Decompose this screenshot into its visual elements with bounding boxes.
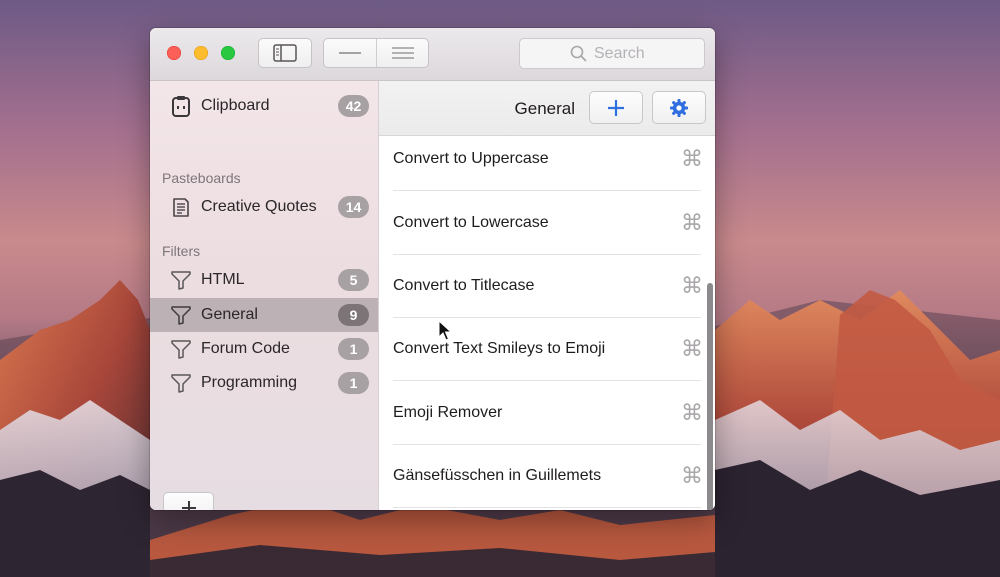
- main-pane: General Convert to Uppercase ⌘ Convert t…: [379, 81, 715, 510]
- gear-icon: [670, 98, 688, 117]
- sidebar-item-html[interactable]: HTML 5: [150, 263, 378, 297]
- action-label: Gänsefüsschen in Guillemets: [393, 467, 602, 484]
- sidebar-item-clipboard[interactable]: Clipboard 42: [150, 89, 378, 123]
- funnel-icon: [170, 304, 192, 326]
- list-item[interactable]: Gänsefüsschen in Guillemets ⌘: [393, 445, 703, 508]
- search-input[interactable]: [594, 44, 654, 63]
- action-label: Convert to Uppercase: [393, 150, 549, 167]
- funnel-icon: [170, 269, 192, 291]
- action-label: Convert Text Smileys to Emoji: [393, 340, 606, 357]
- action-list: Convert to Uppercase ⌘ Convert to Lowerc…: [379, 136, 715, 510]
- command-key-icon[interactable]: ⌘: [675, 210, 703, 236]
- page-title: General: [514, 99, 575, 118]
- document-icon: [170, 196, 192, 218]
- list-view-button[interactable]: [376, 39, 429, 67]
- hamburger-icon: [392, 47, 414, 59]
- command-key-icon[interactable]: ⌘: [675, 400, 703, 426]
- app-window: Clipboard 42 Pasteboards Creative Quotes…: [150, 28, 715, 510]
- item-count-badge: 5: [338, 269, 369, 291]
- list-item[interactable]: Emoji Remover ⌘: [393, 382, 703, 445]
- sidebar-item-forum-code[interactable]: Forum Code 1: [150, 332, 378, 366]
- command-key-icon[interactable]: ⌘: [675, 336, 703, 362]
- plus-icon: [181, 500, 196, 510]
- section-header-pasteboards: Pasteboards: [162, 170, 241, 186]
- search-field[interactable]: [519, 38, 705, 69]
- minimize-window-button[interactable]: [194, 46, 208, 60]
- item-count-badge: 1: [338, 372, 369, 394]
- funnel-icon: [170, 372, 192, 394]
- toggle-sidebar-button[interactable]: [258, 38, 312, 68]
- sidebar-item-general[interactable]: General 9: [150, 298, 378, 332]
- close-window-button[interactable]: [167, 46, 181, 60]
- mouse-cursor-icon: [438, 320, 452, 341]
- sidebar: Clipboard 42 Pasteboards Creative Quotes…: [150, 81, 379, 510]
- command-key-icon[interactable]: ⌘: [675, 146, 703, 172]
- clipboard-icon: [170, 95, 192, 117]
- list-item[interactable]: Convert to Uppercase ⌘: [393, 136, 703, 191]
- action-label: Emoji Remover: [393, 404, 503, 421]
- add-filter-button[interactable]: [163, 492, 214, 510]
- title-bar: [150, 28, 715, 81]
- item-count-badge: 42: [338, 95, 369, 117]
- compact-view-button[interactable]: [324, 39, 376, 67]
- sidebar-item-programming[interactable]: Programming 1: [150, 366, 378, 400]
- command-key-icon[interactable]: ⌘: [675, 463, 703, 489]
- list-item[interactable]: Convert to Lowercase ⌘: [393, 192, 703, 255]
- sidebar-item-creative-quotes[interactable]: Creative Quotes 14: [150, 190, 378, 224]
- item-count-badge: 1: [338, 338, 369, 360]
- item-count-badge: 9: [338, 304, 369, 326]
- funnel-icon: [170, 338, 192, 360]
- plus-icon: [608, 99, 624, 116]
- view-mode-segmented-control: [323, 38, 429, 68]
- command-key-icon[interactable]: ⌘: [675, 273, 703, 299]
- sidebar-icon: [273, 44, 297, 62]
- zoom-window-button[interactable]: [221, 46, 235, 60]
- minus-icon: [339, 52, 361, 54]
- search-icon: [570, 45, 587, 62]
- main-header: General: [379, 81, 715, 136]
- vertical-scrollbar[interactable]: [707, 283, 713, 510]
- settings-button[interactable]: [652, 91, 706, 124]
- action-label: Convert to Lowercase: [393, 214, 549, 231]
- add-action-button[interactable]: [589, 91, 643, 124]
- list-item[interactable]: Convert to Titlecase ⌘: [393, 255, 703, 318]
- action-label: Convert to Titlecase: [393, 277, 535, 294]
- section-header-filters: Filters: [162, 243, 201, 259]
- item-count-badge: 14: [338, 196, 369, 218]
